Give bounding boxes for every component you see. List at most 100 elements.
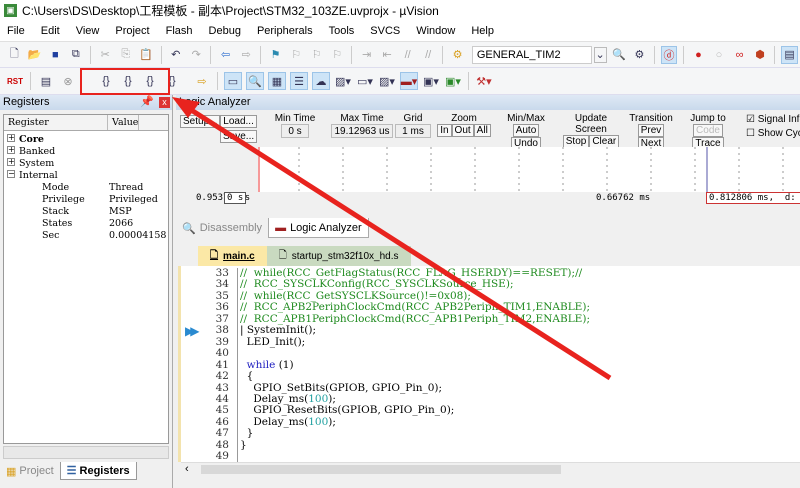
save-icon[interactable]: ■: [47, 46, 64, 64]
expand-icon[interactable]: +: [7, 134, 15, 142]
register-group[interactable]: + Banked: [4, 146, 168, 158]
target-select[interactable]: GENERAL_TIM2: [471, 45, 592, 64]
menu-debug[interactable]: Debug: [202, 25, 250, 37]
code-line[interactable]: 47 }: [205, 427, 590, 440]
comment-icon[interactable]: //: [399, 46, 416, 64]
editor-horizontal-scrollbar[interactable]: ‹: [181, 462, 800, 476]
target-dropdown-icon[interactable]: ⌄: [593, 46, 607, 63]
register-row[interactable]: States 2066: [4, 218, 168, 230]
tab-project[interactable]: ▦ Project: [0, 462, 60, 480]
show-next-statement-icon[interactable]: ⇨: [193, 72, 211, 90]
kill-all-breakpoints-icon[interactable]: ⬢: [752, 46, 769, 64]
copy-icon[interactable]: ⎘: [118, 46, 135, 64]
code-button[interactable]: Code: [693, 124, 723, 137]
indent-icon[interactable]: ⇥: [358, 46, 375, 64]
config-icon[interactable]: ⚙: [631, 46, 648, 64]
load-button[interactable]: Load...: [220, 115, 258, 128]
auto-button[interactable]: Auto: [512, 124, 540, 137]
menu-help[interactable]: Help: [464, 25, 503, 37]
scroll-thumb[interactable]: [201, 465, 561, 474]
serial-window-icon[interactable]: ▨▾: [378, 72, 396, 90]
menu-flash[interactable]: Flash: [159, 25, 202, 37]
prev-button[interactable]: Prev: [637, 124, 665, 137]
tab-registers[interactable]: ☰ Registers: [59, 462, 137, 480]
expand-icon[interactable]: +: [7, 146, 15, 154]
register-group[interactable]: − Internal: [4, 170, 168, 182]
unindent-icon[interactable]: ⇤: [379, 46, 396, 64]
disassembly-window-icon[interactable]: 🔍: [246, 72, 264, 90]
next-bookmark-icon[interactable]: ⚐: [308, 46, 325, 64]
stop-icon[interactable]: ⊗: [59, 72, 77, 90]
save-button[interactable]: Save...: [220, 130, 258, 143]
menu-file[interactable]: File: [0, 25, 34, 37]
zoom-all-button[interactable]: All: [473, 124, 491, 137]
code-line[interactable]: 38 | SystemInit();: [205, 324, 590, 337]
close-icon[interactable]: x: [159, 97, 170, 108]
registers-scrollbar[interactable]: [3, 446, 169, 459]
tab-main-c[interactable]: 🗋 main.c: [198, 246, 267, 266]
code-editor[interactable]: ▶▶ 33// while(RCC_GetFlagStatus(RCC_FLAG…: [178, 266, 800, 463]
nav-forward-icon[interactable]: ⇨: [238, 46, 255, 64]
pin-icon[interactable]: 📌: [140, 95, 154, 110]
code-line[interactable]: 48}: [205, 439, 590, 452]
reset-icon[interactable]: RST: [6, 72, 24, 90]
show-cycles-checkbox[interactable]: ☐: [746, 128, 755, 139]
disable-all-breakpoints-icon[interactable]: ∞: [731, 46, 748, 64]
code-line[interactable]: 49: [205, 450, 590, 463]
start-debug-icon[interactable]: ⓓ: [660, 45, 678, 64]
tab-startup-file[interactable]: 🗋 startup_stm32f10x_hd.s: [266, 246, 411, 266]
disable-breakpoint-icon[interactable]: ○: [711, 46, 728, 64]
collapse-icon[interactable]: −: [7, 170, 15, 178]
zoom-out-button[interactable]: Out: [451, 124, 474, 137]
code-line[interactable]: 46 Delay_ms(100);: [205, 416, 590, 429]
expand-icon[interactable]: +: [7, 158, 15, 166]
new-file-icon[interactable]: 🗋: [6, 46, 23, 64]
run-icon[interactable]: ▤: [37, 72, 55, 90]
clear-bookmarks-icon[interactable]: ⚐: [329, 46, 346, 64]
tab-logic-analyzer[interactable]: ▬ Logic Analyzer: [268, 218, 369, 238]
scroll-left-icon[interactable]: ‹: [181, 463, 189, 475]
step-out-icon[interactable]: {}: [141, 72, 159, 90]
menu-svcs[interactable]: SVCS: [363, 25, 409, 37]
menu-view[interactable]: View: [69, 25, 109, 37]
call-stack-icon[interactable]: ☁: [312, 72, 330, 90]
find-in-files-icon[interactable]: 🔍: [611, 46, 628, 64]
undo-icon[interactable]: ↶: [167, 46, 184, 64]
code-line[interactable]: 39 LED_Init();: [205, 336, 590, 349]
register-row[interactable]: Sec 0.00004158: [4, 230, 168, 242]
redo-icon[interactable]: ↷: [188, 46, 205, 64]
step-into-icon[interactable]: {}: [97, 72, 115, 90]
nav-back-icon[interactable]: ⇦: [217, 46, 234, 64]
register-row[interactable]: Stack MSP: [4, 206, 168, 218]
prev-bookmark-icon[interactable]: ⚐: [288, 46, 305, 64]
run-to-cursor-icon[interactable]: {}: [163, 72, 181, 90]
toolbox-icon[interactable]: ⚒▾: [475, 72, 493, 90]
breakpoint-icon[interactable]: ●: [690, 46, 707, 64]
symbols-window-icon[interactable]: ▦: [268, 72, 286, 90]
menu-tools[interactable]: Tools: [322, 25, 364, 37]
paste-icon[interactable]: 📋: [138, 46, 155, 64]
register-group[interactable]: + System: [4, 158, 168, 170]
menu-project[interactable]: Project: [108, 25, 158, 37]
register-row[interactable]: Privilege Privileged: [4, 194, 168, 206]
window-layout-icon[interactable]: ▤: [781, 45, 798, 64]
save-all-icon[interactable]: ⧉: [68, 46, 85, 64]
waveform-area[interactable]: [176, 147, 800, 192]
code-line[interactable]: 42 {: [205, 370, 590, 383]
signal-info-checkbox[interactable]: ☑: [746, 114, 755, 125]
watch-window-icon[interactable]: ▨▾: [334, 72, 352, 90]
target-options-icon[interactable]: ⚙: [449, 46, 466, 64]
command-window-icon[interactable]: ▭: [224, 72, 242, 90]
setup-button[interactable]: Setup...: [180, 115, 221, 128]
analysis-window-icon[interactable]: ▬▾: [400, 72, 418, 90]
zoom-in-button[interactable]: In: [437, 124, 452, 137]
menu-edit[interactable]: Edit: [34, 25, 69, 37]
trace-window-icon[interactable]: ▣▾: [422, 72, 440, 90]
register-group[interactable]: + Core: [4, 134, 168, 146]
open-icon[interactable]: 📂: [27, 46, 44, 64]
register-row[interactable]: Mode Thread: [4, 182, 168, 194]
bookmark-icon[interactable]: ⚑: [267, 46, 284, 64]
menu-peripherals[interactable]: Peripherals: [250, 25, 322, 37]
menu-window[interactable]: Window: [409, 25, 464, 37]
registers-window-icon[interactable]: ☰: [290, 72, 308, 90]
